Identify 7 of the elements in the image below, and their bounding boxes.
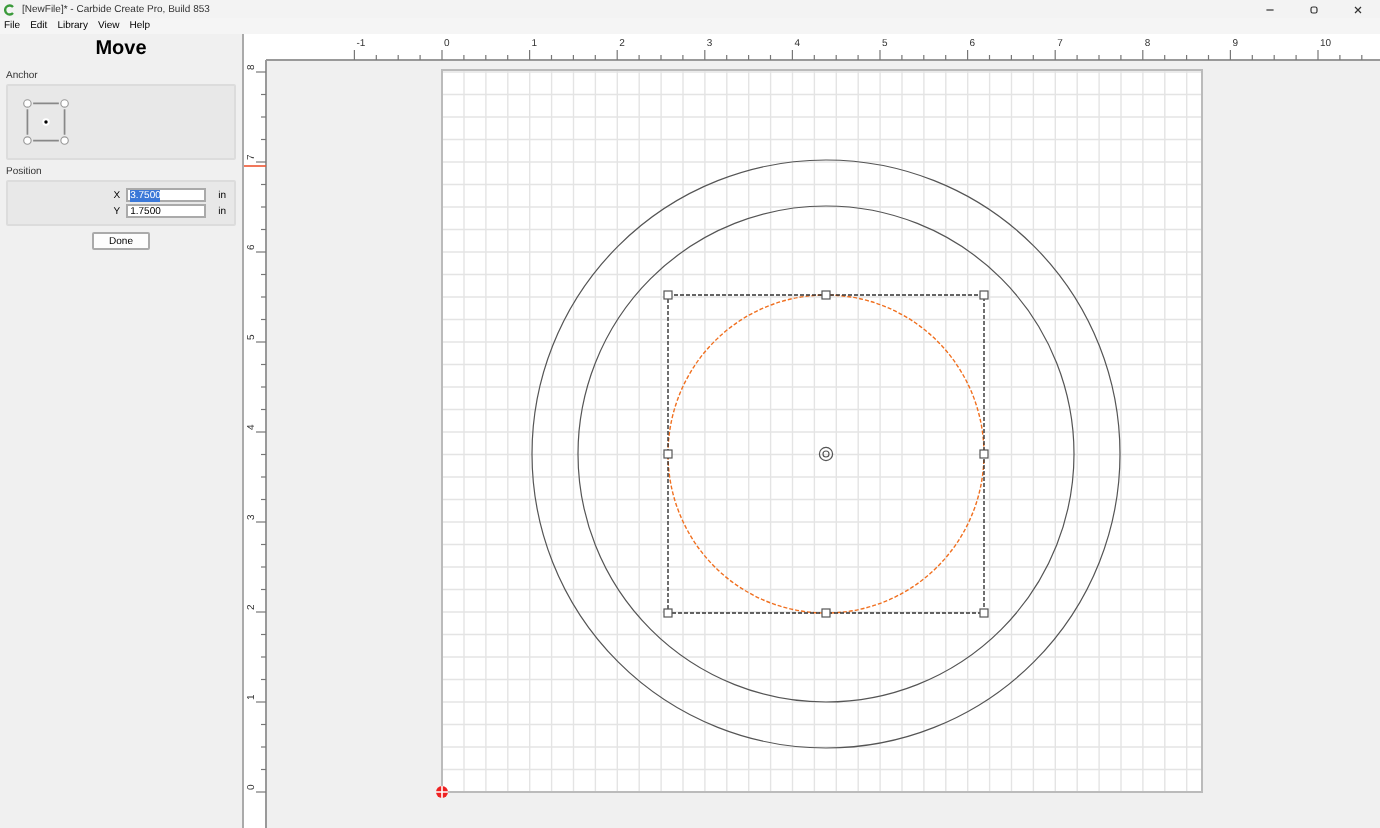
center-marker[interactable] [818,446,834,462]
minimize-icon[interactable] [1264,3,1276,15]
app-icon [4,3,16,15]
panel-title: Move [93,36,149,64]
restore-icon[interactable] [1308,3,1320,15]
origin-icon [435,785,449,799]
close-icon[interactable] [1352,3,1364,15]
